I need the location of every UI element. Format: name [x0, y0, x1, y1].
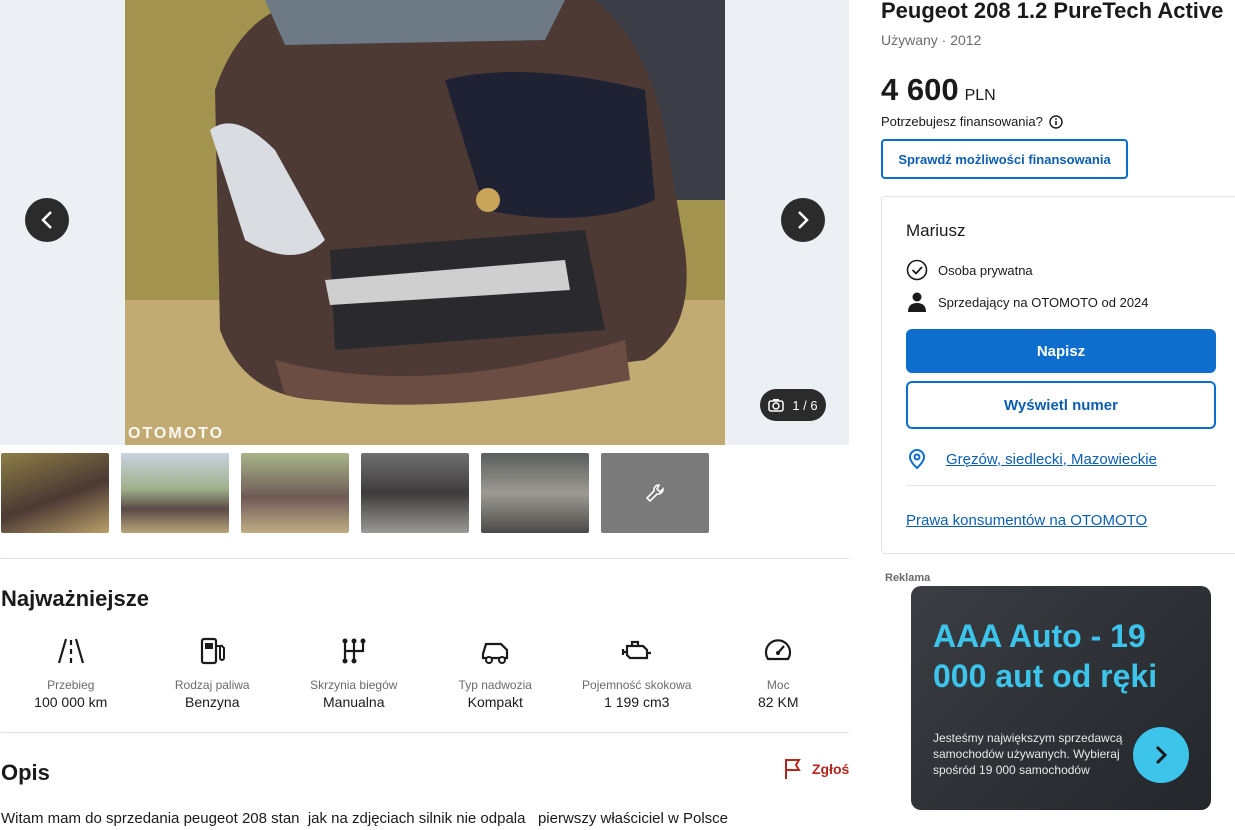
- chevron-right-icon: [1155, 745, 1168, 765]
- spec-label: Rodzaj paliwa: [174, 678, 250, 692]
- chevron-right-icon: [798, 211, 809, 229]
- car-body-icon: [482, 642, 509, 664]
- price-amount: 4 600: [881, 72, 959, 107]
- report-label: Zgłoś: [812, 761, 850, 777]
- wrench-icon: [645, 484, 664, 503]
- spec-label: Skrzynia biegów: [310, 678, 398, 692]
- seller-since: Sprzedający na OTOMOTO od 2024: [938, 294, 1149, 310]
- spec-label: Typ nadwozia: [458, 678, 532, 692]
- divider: [1, 732, 849, 733]
- financing-question-text: Potrzebujesz finansowania?: [881, 114, 1043, 129]
- spec-value: 1 199 cm3: [604, 694, 670, 710]
- financing-question: Potrzebujesz finansowania?: [881, 114, 1063, 129]
- listing-subtitle: Używany · 2012: [881, 32, 982, 48]
- road-icon: [57, 638, 84, 664]
- price-currency: PLN: [964, 87, 996, 104]
- spec-value: 100 000 km: [34, 694, 108, 710]
- previous-photo-button[interactable]: [25, 198, 69, 242]
- spec-engine-capacity: Pojemność skokowa 1 199 cm3: [566, 634, 708, 710]
- ad-headline: AAA Auto - 19 000 aut od ręki: [933, 618, 1158, 694]
- spec-body-type: Typ nadwozia Kompakt: [425, 634, 567, 710]
- flag-icon: [785, 759, 801, 779]
- chevron-left-icon: [41, 211, 52, 229]
- main-photo[interactable]: OTOMOTO: [125, 0, 725, 445]
- listing-title: Peugeot 208 1.2 PureTech Active: [881, 0, 1224, 23]
- listing-price: 4 600 PLN: [881, 72, 996, 108]
- message-button[interactable]: Napisz: [906, 329, 1216, 373]
- seller-name: Mariusz: [906, 221, 966, 240]
- spec-gearbox: Skrzynia biegów Manualna: [283, 634, 425, 710]
- thumbnail-5[interactable]: [481, 453, 589, 533]
- thumbnail-2[interactable]: [121, 453, 229, 533]
- show-phone-button[interactable]: Wyświetl numer: [906, 381, 1216, 429]
- spec-value: 82 KM: [758, 694, 799, 710]
- thumbnail-3[interactable]: [241, 453, 349, 533]
- otomoto-watermark: OTOMOTO: [128, 425, 225, 442]
- fuel-pump-icon: [201, 637, 226, 665]
- seller-location-link[interactable]: Gręzów, siedlecki, Mazowieckie: [906, 448, 1157, 470]
- divider: [906, 485, 1216, 486]
- spec-label: Przebieg: [47, 678, 95, 692]
- thumbnail-more[interactable]: [601, 453, 709, 533]
- photo-counter[interactable]: 1 / 6: [760, 389, 826, 421]
- seller-card: [881, 196, 1235, 554]
- seller-since-row: Sprzedający na OTOMOTO od 2024: [906, 291, 1149, 313]
- camera-icon: [768, 399, 785, 412]
- advertisement[interactable]: AAA Auto - 19 000 aut od ręki Jesteśmy n…: [911, 586, 1211, 810]
- key-specs-list: Przebieg 100 000 km Rodzaj paliwa Benzyn…: [0, 634, 849, 710]
- consumer-rights-link[interactable]: Prawa konsumentów na OTOMOTO: [906, 512, 1147, 529]
- check-circle-icon: [906, 259, 928, 281]
- seller-type-row: Osoba prywatna: [906, 259, 1033, 281]
- car-photo-illustration: [125, 0, 725, 445]
- photo-gallery: OTOMOTO 1 / 6: [0, 0, 849, 445]
- spec-mileage: Przebieg 100 000 km: [0, 634, 142, 710]
- person-icon: [908, 292, 926, 312]
- thumbnail-1[interactable]: [1, 453, 109, 533]
- spec-value: Kompakt: [467, 694, 523, 710]
- next-photo-button[interactable]: [781, 198, 825, 242]
- seller-type: Osoba prywatna: [938, 262, 1033, 278]
- spec-label: Moc: [766, 678, 790, 692]
- spec-power: Moc 82 KM: [708, 634, 850, 710]
- spec-fuel: Rodzaj paliwa Benzyna: [142, 634, 284, 710]
- seller-location: Gręzów, siedlecki, Mazowieckie: [946, 450, 1157, 468]
- gearbox-icon: [342, 638, 366, 664]
- divider: [1, 558, 849, 559]
- photo-counter-text: 1 / 6: [792, 397, 818, 413]
- spec-label: Pojemność skokowa: [582, 678, 692, 692]
- spec-value: Manualna: [323, 694, 385, 710]
- key-specs-title: Najważniejsze: [1, 586, 149, 611]
- ad-label: Reklama: [885, 572, 931, 584]
- ad-body: Jesteśmy największym sprzedawcą samochod…: [933, 731, 1123, 777]
- ad-arrow-button[interactable]: [1133, 727, 1189, 783]
- description-title: Opis: [1, 760, 50, 785]
- description-text: Witam mam do sprzedania peugeot 208 stan…: [1, 810, 729, 827]
- engine-icon: [621, 640, 651, 660]
- info-icon[interactable]: [1049, 114, 1063, 129]
- spec-value: Benzyna: [185, 694, 240, 710]
- check-financing-button[interactable]: Sprawdź możliwości finansowania: [881, 139, 1128, 179]
- speedometer-icon: [765, 639, 792, 661]
- thumbnail-strip: [1, 453, 709, 533]
- location-pin-icon: [908, 448, 926, 470]
- report-button[interactable]: Zgłoś: [782, 758, 849, 780]
- thumbnail-4[interactable]: [361, 453, 469, 533]
